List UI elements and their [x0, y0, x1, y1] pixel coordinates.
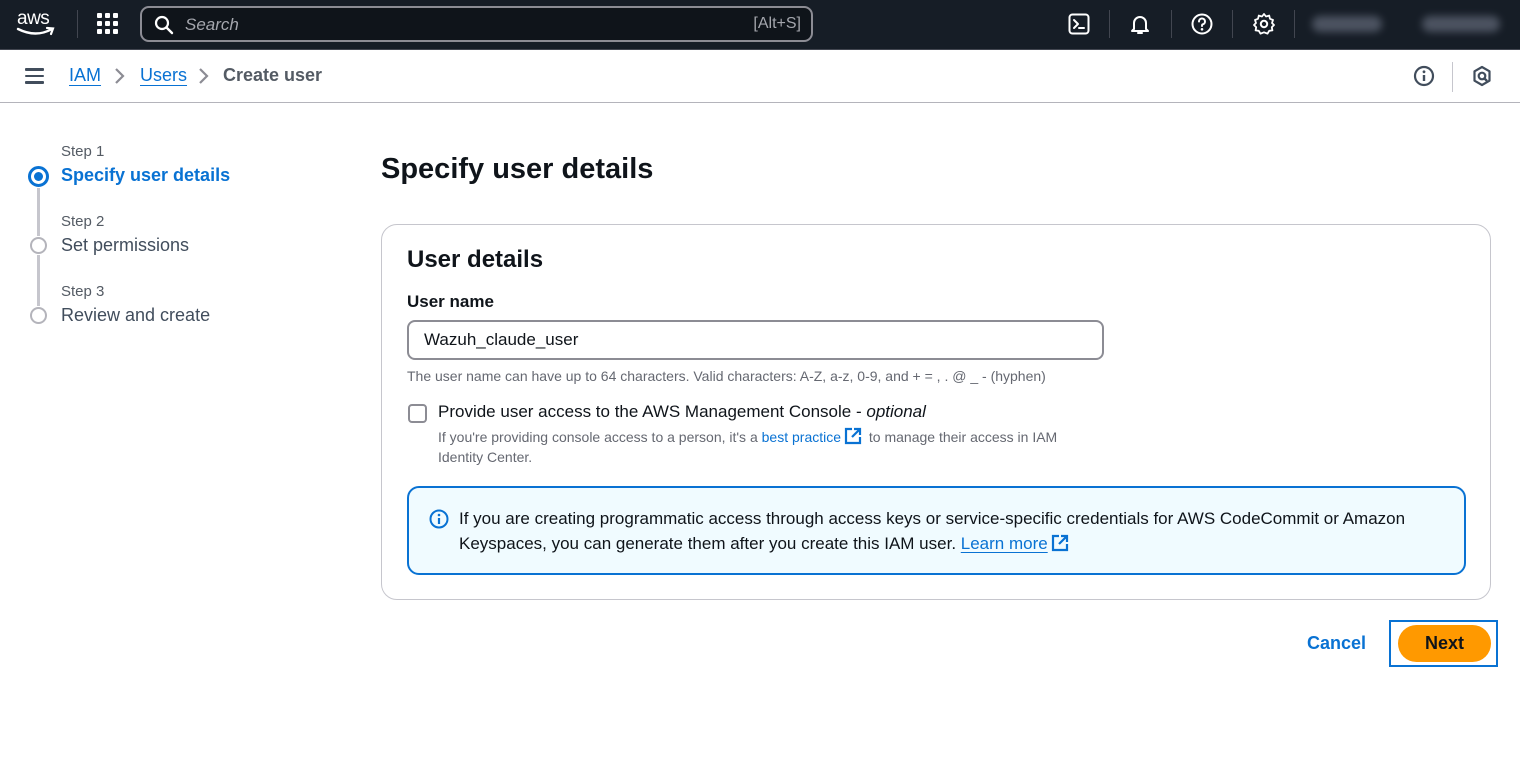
step-2-label: Step 2: [61, 213, 105, 230]
cloudshell-icon[interactable]: [1067, 12, 1091, 36]
breadcrumb-users[interactable]: Users: [140, 65, 187, 86]
user-name-label: User name: [407, 292, 494, 311]
aws-smile-icon: [16, 26, 55, 36]
user-name-constraint-text: The user name can have up to 64 characte…: [407, 368, 1046, 384]
info-alert-text: If you are creating programmatic access …: [459, 506, 1439, 556]
step-connector: [37, 255, 40, 306]
menu-hamburger-icon[interactable]: [25, 68, 45, 84]
search-icon: [154, 15, 174, 35]
step-3-label: Step 3: [61, 283, 105, 300]
step-1-title: Specify user details: [61, 165, 231, 185]
container-title: User details: [407, 246, 544, 273]
info-panel-icon[interactable]: [1412, 64, 1436, 88]
top-navigation: aws Search [Alt+S]: [0, 0, 1520, 50]
services-grid-icon[interactable]: [97, 13, 119, 35]
info-icon: [429, 509, 449, 529]
user-name-input[interactable]: [407, 320, 1104, 360]
console-access-label-text: Provide user access to the AWS Managemen…: [438, 402, 867, 421]
cancel-button[interactable]: Cancel: [1307, 633, 1366, 654]
console-access-label[interactable]: Provide user access to the AWS Managemen…: [438, 402, 926, 422]
next-button[interactable]: Next: [1398, 625, 1491, 662]
nav-divider: [1232, 10, 1233, 38]
step-1-label: Step 1: [61, 143, 105, 160]
best-practice-link[interactable]: best practice: [762, 429, 841, 445]
page-title: Specify user details: [381, 153, 654, 185]
console-access-checkbox[interactable]: [408, 404, 427, 423]
desc-text: If you're providing console access to a …: [438, 429, 762, 445]
learn-more-link[interactable]: Learn more: [961, 534, 1048, 553]
step-2-title[interactable]: Set permissions: [61, 235, 189, 256]
breadcrumb-bar: IAM Users Create user: [0, 50, 1520, 103]
amazon-q-icon[interactable]: [1470, 64, 1494, 88]
console-access-description: If you're providing console access to a …: [438, 427, 1098, 467]
nav-divider: [1171, 10, 1172, 38]
step-inactive-indicator-icon: [30, 307, 47, 324]
alert-message: If you are creating programmatic access …: [459, 509, 1406, 553]
step-active-indicator-icon: [28, 166, 49, 187]
user-details-container: User details User name The user name can…: [381, 224, 1491, 600]
external-link-icon[interactable]: [1051, 534, 1069, 552]
account-menu-redacted[interactable]: [1312, 16, 1382, 32]
external-link-icon[interactable]: [844, 427, 862, 445]
help-icon[interactable]: [1190, 12, 1214, 36]
breadcrumb-create-user: Create user: [223, 65, 323, 85]
settings-gear-icon[interactable]: [1252, 12, 1276, 36]
search-input[interactable]: Search [Alt+S]: [140, 6, 813, 42]
search-shortcut: [Alt+S]: [753, 15, 801, 32]
notifications-bell-icon[interactable]: [1128, 12, 1152, 36]
step-3-title[interactable]: Review and create: [61, 305, 210, 326]
optional-tag: optional: [866, 402, 926, 421]
step-inactive-indicator-icon: [30, 237, 47, 254]
nav-divider: [77, 10, 78, 38]
subbar-divider: [1452, 62, 1453, 92]
chevron-right-icon: [199, 68, 209, 84]
chevron-right-icon: [115, 68, 125, 84]
search-placeholder: Search: [185, 15, 239, 34]
region-menu-redacted[interactable]: [1422, 16, 1500, 32]
nav-divider: [1294, 10, 1295, 38]
info-alert: If you are creating programmatic access …: [407, 486, 1466, 575]
aws-logo[interactable]: aws: [16, 8, 58, 39]
nav-divider: [1109, 10, 1110, 38]
breadcrumb-iam[interactable]: IAM: [69, 65, 101, 86]
step-connector: [37, 188, 40, 236]
